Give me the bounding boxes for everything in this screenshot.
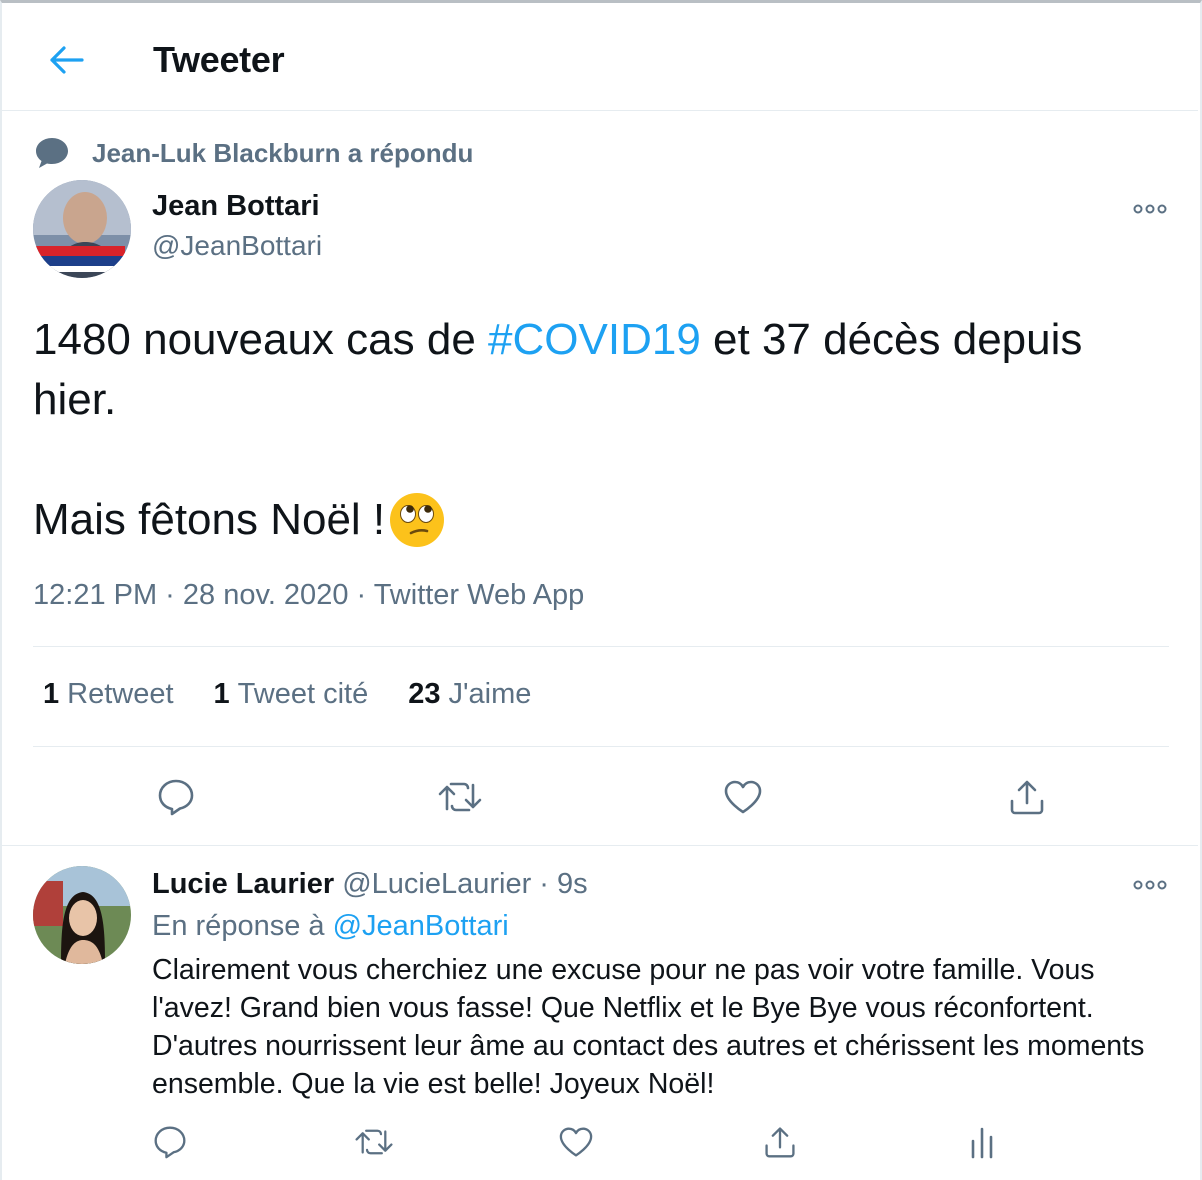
stat-label: Tweet cité — [237, 678, 369, 710]
stat-label: J'aime — [448, 678, 532, 710]
arrow-left-icon — [50, 46, 84, 74]
retweet-icon — [438, 782, 482, 812]
author-name[interactable]: Jean Bottari — [152, 190, 320, 223]
reply-more-options-button[interactable] — [1130, 870, 1170, 900]
share-icon — [1010, 780, 1044, 815]
reply-share-button[interactable] — [750, 1112, 810, 1172]
tweet-text: 1480 nouveaux cas de #COVID19 et 37 décè… — [33, 310, 1163, 550]
reply-text: Clairement vous cherchiez une excuse pou… — [152, 954, 1145, 1100]
tweet-meta[interactable]: 12:21 PM · 28 nov. 2020 · Twitter Web Ap… — [33, 579, 584, 612]
retweet-icon — [355, 1129, 393, 1155]
reply-reply-button[interactable] — [140, 1112, 200, 1172]
context-text[interactable]: Jean-Luk Blackburn a répondu — [92, 138, 473, 169]
analytics-icon — [971, 1127, 993, 1159]
replying-to: En réponse à @JeanBottari — [152, 910, 509, 943]
reply-button[interactable] — [146, 767, 206, 827]
reply-analytics-button[interactable] — [952, 1112, 1012, 1172]
divider — [2, 845, 1198, 846]
hashtag-link[interactable]: #COVID19 — [488, 315, 701, 364]
stat-count: 1 — [213, 678, 230, 710]
author-handle[interactable]: @JeanBottari — [152, 230, 322, 262]
share-button[interactable] — [997, 767, 1057, 827]
share-icon — [765, 1127, 795, 1158]
reply-author-name[interactable]: Lucie Laurier — [152, 868, 334, 900]
more-options-button[interactable] — [1130, 194, 1170, 224]
reply-retweet-button[interactable] — [344, 1112, 404, 1172]
tweet-text-line2: Mais fêtons Noël ! — [33, 490, 1163, 550]
quote-tweet-count[interactable]: 1 Tweet cité — [214, 678, 369, 711]
social-context: Jean-Luk Blackburn a répondu — [34, 133, 473, 173]
reply-icon — [158, 779, 194, 816]
stat-count: 1 — [43, 678, 60, 710]
more-icon — [1133, 204, 1167, 214]
retweet-button[interactable] — [430, 767, 490, 827]
stat-label: Retweet — [67, 678, 174, 710]
tweet-text-part: Mais fêtons Noël ! — [33, 495, 386, 544]
stat-count: 23 — [408, 678, 441, 710]
avatar[interactable] — [33, 180, 131, 278]
page-title: Tweeter — [153, 39, 285, 80]
heart-icon — [559, 1127, 593, 1157]
reply-icon — [154, 1126, 186, 1159]
reply-like-button[interactable] — [546, 1112, 606, 1172]
divider — [33, 746, 1169, 747]
reply-timestamp[interactable]: · 9s — [539, 868, 587, 900]
reply-header: Lucie Laurier @LucieLaurier · 9s — [152, 868, 588, 901]
reply-author-handle[interactable]: @LucieLaurier — [342, 868, 531, 900]
replying-to-handle-link[interactable]: @JeanBottari — [333, 910, 509, 942]
back-button[interactable] — [42, 36, 90, 84]
rolling-eyes-emoji-icon — [390, 493, 445, 547]
divider — [33, 646, 1169, 647]
speech-bubble-icon — [34, 135, 70, 171]
page-header: Tweeter — [2, 3, 1198, 111]
more-icon — [1133, 880, 1167, 890]
tweet-text-part: 1480 nouveaux cas de — [33, 315, 489, 364]
retweet-count[interactable]: 1 Retweet — [43, 678, 174, 711]
tweet-text-line1: 1480 nouveaux cas de #COVID19 et 37 décè… — [33, 310, 1163, 430]
avatar[interactable] — [33, 866, 131, 964]
tweet-stats: 1 Retweet 1 Tweet cité 23 J'aime — [43, 678, 531, 711]
like-count[interactable]: 23 J'aime — [408, 678, 531, 711]
heart-icon — [724, 780, 762, 814]
like-button[interactable] — [713, 767, 773, 827]
replying-to-label: En réponse à — [152, 910, 333, 942]
